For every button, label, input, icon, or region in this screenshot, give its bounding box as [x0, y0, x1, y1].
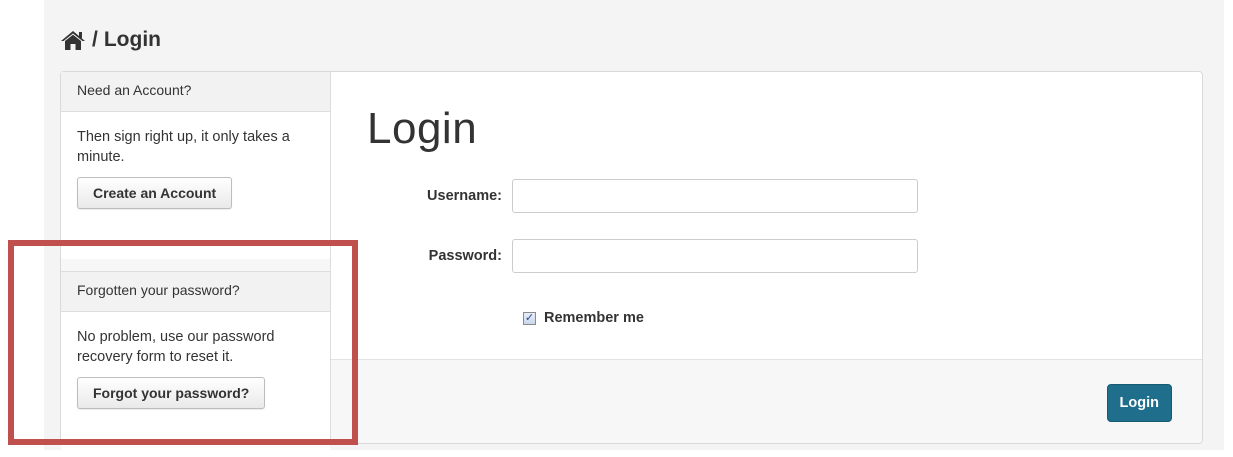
breadcrumb-separator: / — [92, 28, 98, 51]
signup-section: Need an Account? Then sign right up, it … — [61, 72, 330, 259]
forgot-password-button[interactable]: Forgot your password? — [77, 377, 266, 409]
page-title: Login — [367, 104, 478, 153]
sidebar-spacer — [61, 259, 330, 271]
signup-header: Need an Account? — [61, 72, 330, 112]
forgot-password-text: No problem, use our password recovery fo… — [77, 329, 275, 365]
forgot-password-header: Forgotten your password? — [61, 272, 330, 312]
signup-text: Then sign right up, it only takes a minu… — [77, 129, 290, 165]
forgot-password-section: Forgotten your password? No problem, use… — [61, 271, 330, 457]
home-icon[interactable] — [60, 29, 86, 51]
create-account-button[interactable]: Create an Account — [77, 177, 233, 209]
password-input[interactable] — [512, 239, 918, 273]
login-panel: Need an Account? Then sign right up, it … — [60, 71, 1203, 457]
password-label: Password: — [428, 248, 502, 264]
remember-me-checkbox[interactable]: ✓ — [523, 311, 536, 325]
username-row: Username: — [331, 178, 918, 214]
remember-me-label: Remember me — [544, 310, 644, 326]
remember-me-row[interactable]: ✓ Remember me — [523, 310, 644, 326]
username-label: Username: — [427, 188, 502, 204]
login-main: Login Username: Password: ✓ Remember me … — [331, 72, 1202, 443]
signup-body: Then sign right up, it only takes a minu… — [61, 112, 330, 259]
sidebar: Need an Account? Then sign right up, it … — [61, 72, 331, 457]
form-footer: Login — [331, 359, 1202, 443]
login-button[interactable]: Login — [1106, 384, 1172, 422]
password-row: Password: — [331, 238, 918, 274]
breadcrumb-current: Login — [103, 28, 161, 51]
username-input[interactable] — [512, 179, 918, 213]
breadcrumb: / Login — [60, 26, 161, 54]
forgot-password-body: No problem, use our password recovery fo… — [61, 312, 330, 457]
